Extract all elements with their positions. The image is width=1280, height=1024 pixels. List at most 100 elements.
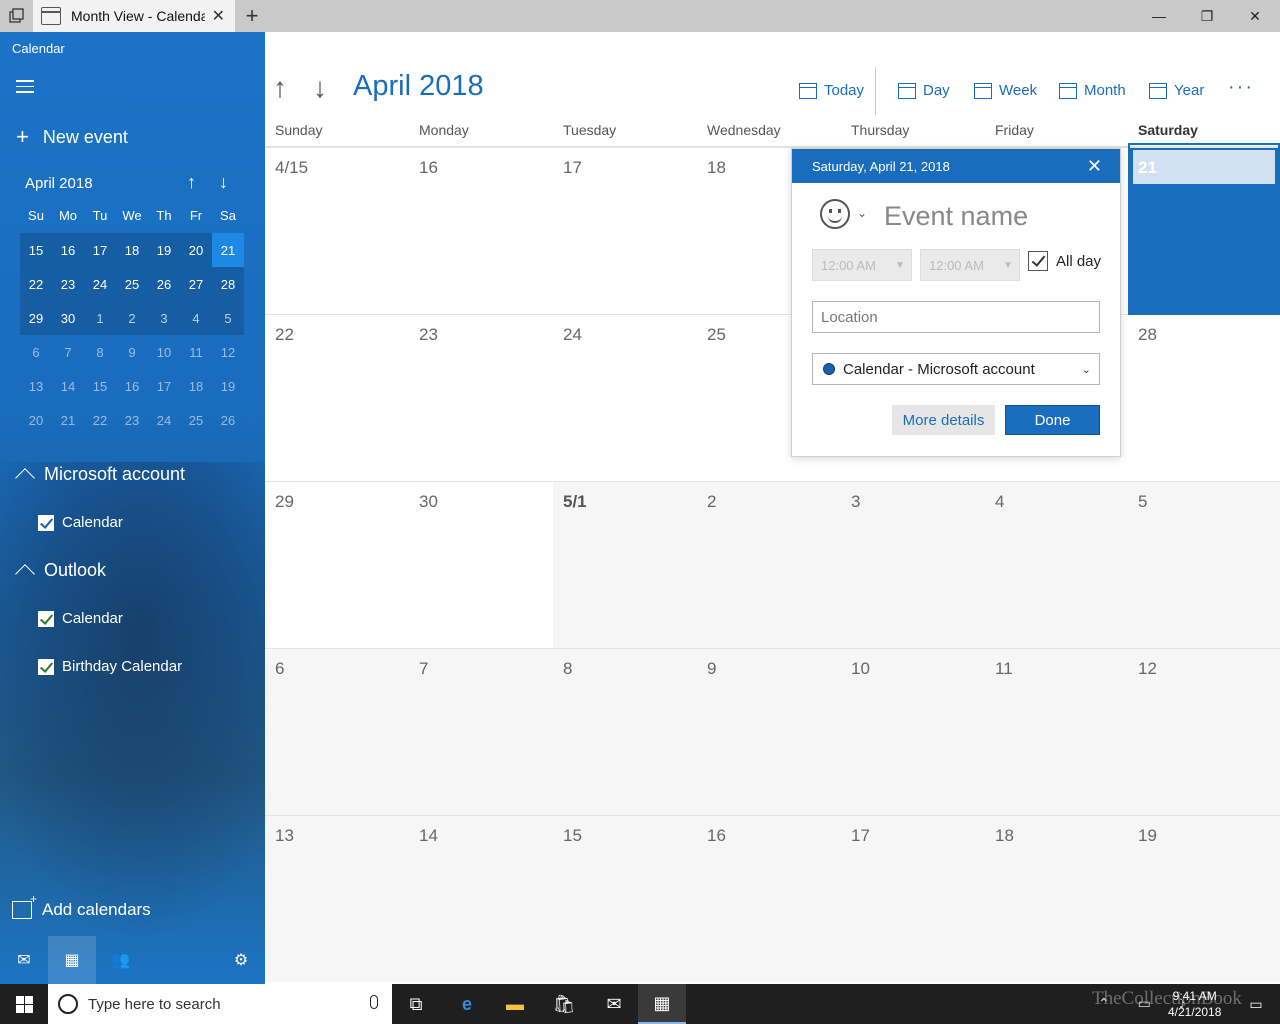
day-cell[interactable]: 5: [1128, 481, 1280, 648]
day-cell[interactable]: 13: [265, 815, 409, 982]
mini-calendar-next-icon[interactable]: ↓: [219, 172, 228, 193]
next-month-icon[interactable]: ↓: [313, 72, 327, 104]
mini-calendar-day[interactable]: 29: [20, 301, 52, 335]
mini-calendar-day[interactable]: 17: [148, 369, 180, 403]
mini-calendar-day[interactable]: 8: [84, 335, 116, 369]
mini-calendar-day[interactable]: 4: [180, 301, 212, 335]
mini-calendar-day[interactable]: 28: [212, 267, 244, 301]
mini-calendar-day[interactable]: 11: [180, 335, 212, 369]
day-cell[interactable]: 15: [553, 815, 697, 982]
add-calendars-button[interactable]: Add calendars: [12, 892, 151, 920]
settings-gear-icon[interactable]: ⚙: [217, 936, 265, 984]
mini-calendar-day[interactable]: 18: [116, 233, 148, 267]
day-cell[interactable]: 23: [409, 314, 553, 481]
new-tab-button[interactable]: +: [240, 3, 264, 29]
day-cell[interactable]: 24: [553, 314, 697, 481]
mini-calendar-day[interactable]: 27: [180, 267, 212, 301]
checkbox-checked[interactable]: [38, 610, 54, 627]
day-view-button[interactable]: Day: [898, 82, 950, 99]
day-cell[interactable]: 14: [409, 815, 553, 982]
day-cell[interactable]: 30: [409, 481, 553, 648]
year-view-button[interactable]: Year: [1149, 82, 1204, 99]
start-button[interactable]: [0, 984, 48, 1024]
mini-calendar-day[interactable]: 15: [84, 369, 116, 403]
day-cell[interactable]: 17: [841, 815, 985, 982]
tab-list-button[interactable]: [0, 0, 33, 32]
mini-calendar-day[interactable]: 23: [52, 267, 84, 301]
mini-calendar-day[interactable]: 22: [20, 267, 52, 301]
mini-calendar-day[interactable]: 12: [212, 335, 244, 369]
edge-browser-icon[interactable]: e: [443, 984, 491, 1024]
minimize-button[interactable]: —: [1135, 0, 1183, 32]
mini-calendar-day[interactable]: 7: [52, 335, 84, 369]
mini-calendar-day[interactable]: 18: [180, 369, 212, 403]
mini-calendar-day[interactable]: 9: [116, 335, 148, 369]
day-cell[interactable]: 16: [409, 147, 553, 314]
mini-calendar-day[interactable]: 19: [148, 233, 180, 267]
day-cell[interactable]: 9: [697, 648, 841, 815]
mini-calendar-day[interactable]: 13: [20, 369, 52, 403]
day-cell[interactable]: 28: [1128, 314, 1280, 481]
more-details-button[interactable]: More details: [892, 405, 995, 435]
mini-calendar-day[interactable]: 16: [52, 233, 84, 267]
day-cell[interactable]: 4/15: [265, 147, 409, 314]
all-day-checkbox[interactable]: All day: [1028, 251, 1101, 271]
new-event-button[interactable]: + New event: [16, 124, 128, 150]
taskbar-search[interactable]: Type here to search: [48, 984, 392, 1024]
mini-calendar-day[interactable]: 17: [84, 233, 116, 267]
mini-calendar-day[interactable]: 24: [148, 403, 180, 437]
end-time-select[interactable]: 12:00 AM ▼: [920, 249, 1020, 281]
mini-calendar-day[interactable]: 14: [52, 369, 84, 403]
tab-close-icon[interactable]: ✕: [212, 6, 225, 26]
calendar-app-icon[interactable]: ▦: [638, 984, 686, 1024]
clock[interactable]: 9:41 AM 4/21/2018: [1168, 988, 1221, 1020]
maximize-button[interactable]: ❐: [1183, 0, 1231, 32]
done-button[interactable]: Done: [1005, 405, 1100, 435]
day-cell[interactable]: 22: [265, 314, 409, 481]
mini-calendar-day[interactable]: 25: [116, 267, 148, 301]
calendar-toggle[interactable]: Birthday Calendar: [38, 658, 182, 675]
checkbox-checked[interactable]: [38, 514, 54, 531]
mini-calendar-day[interactable]: 26: [212, 403, 244, 437]
chevron-down-icon[interactable]: ⌄: [857, 206, 867, 220]
account-outlook[interactable]: Outlook: [14, 560, 106, 584]
calendar-toggle[interactable]: Calendar: [38, 514, 123, 531]
day-cell[interactable]: 4: [985, 481, 1128, 648]
mail-icon[interactable]: ✉: [0, 936, 48, 984]
more-options-icon[interactable]: ···: [1228, 76, 1254, 99]
event-name-input[interactable]: [884, 201, 1104, 232]
close-icon[interactable]: ✕: [1087, 156, 1102, 177]
mini-calendar-day[interactable]: 19: [212, 369, 244, 403]
day-cell[interactable]: 18: [985, 815, 1128, 982]
calendar-icon[interactable]: ▦: [48, 936, 96, 984]
day-cell[interactable]: 2: [697, 481, 841, 648]
day-cell[interactable]: 3: [841, 481, 985, 648]
checkbox-checked[interactable]: [38, 658, 54, 675]
day-cell[interactable]: 21: [1128, 147, 1280, 314]
account-microsoft[interactable]: Microsoft account: [14, 464, 185, 488]
week-view-button[interactable]: Week: [974, 82, 1037, 99]
checkbox-checked[interactable]: [1028, 251, 1048, 271]
day-cell[interactable]: 19: [1128, 815, 1280, 982]
mini-calendar-day[interactable]: 26: [148, 267, 180, 301]
mini-calendar-day[interactable]: 1: [84, 301, 116, 335]
day-cell[interactable]: 7: [409, 648, 553, 815]
mini-calendar-day[interactable]: 6: [20, 335, 52, 369]
mini-calendar-day[interactable]: 20: [20, 403, 52, 437]
day-cell[interactable]: 10: [841, 648, 985, 815]
day-cell[interactable]: 11: [985, 648, 1128, 815]
day-cell[interactable]: 12: [1128, 648, 1280, 815]
mini-calendar-day[interactable]: 23: [116, 403, 148, 437]
month-view-button[interactable]: Month: [1059, 82, 1126, 99]
mini-calendar-day[interactable]: 10: [148, 335, 180, 369]
today-button[interactable]: Today: [799, 82, 864, 99]
microphone-icon[interactable]: [370, 995, 378, 1009]
day-cell[interactable]: 16: [697, 815, 841, 982]
location-input[interactable]: [812, 301, 1100, 333]
start-time-select[interactable]: 12:00 AM ▼: [812, 249, 912, 281]
month-title[interactable]: April 2018: [353, 70, 484, 103]
mini-calendar-day[interactable]: 24: [84, 267, 116, 301]
hamburger-menu-icon[interactable]: [16, 80, 34, 97]
day-cell[interactable]: 17: [553, 147, 697, 314]
day-cell[interactable]: 8: [553, 648, 697, 815]
